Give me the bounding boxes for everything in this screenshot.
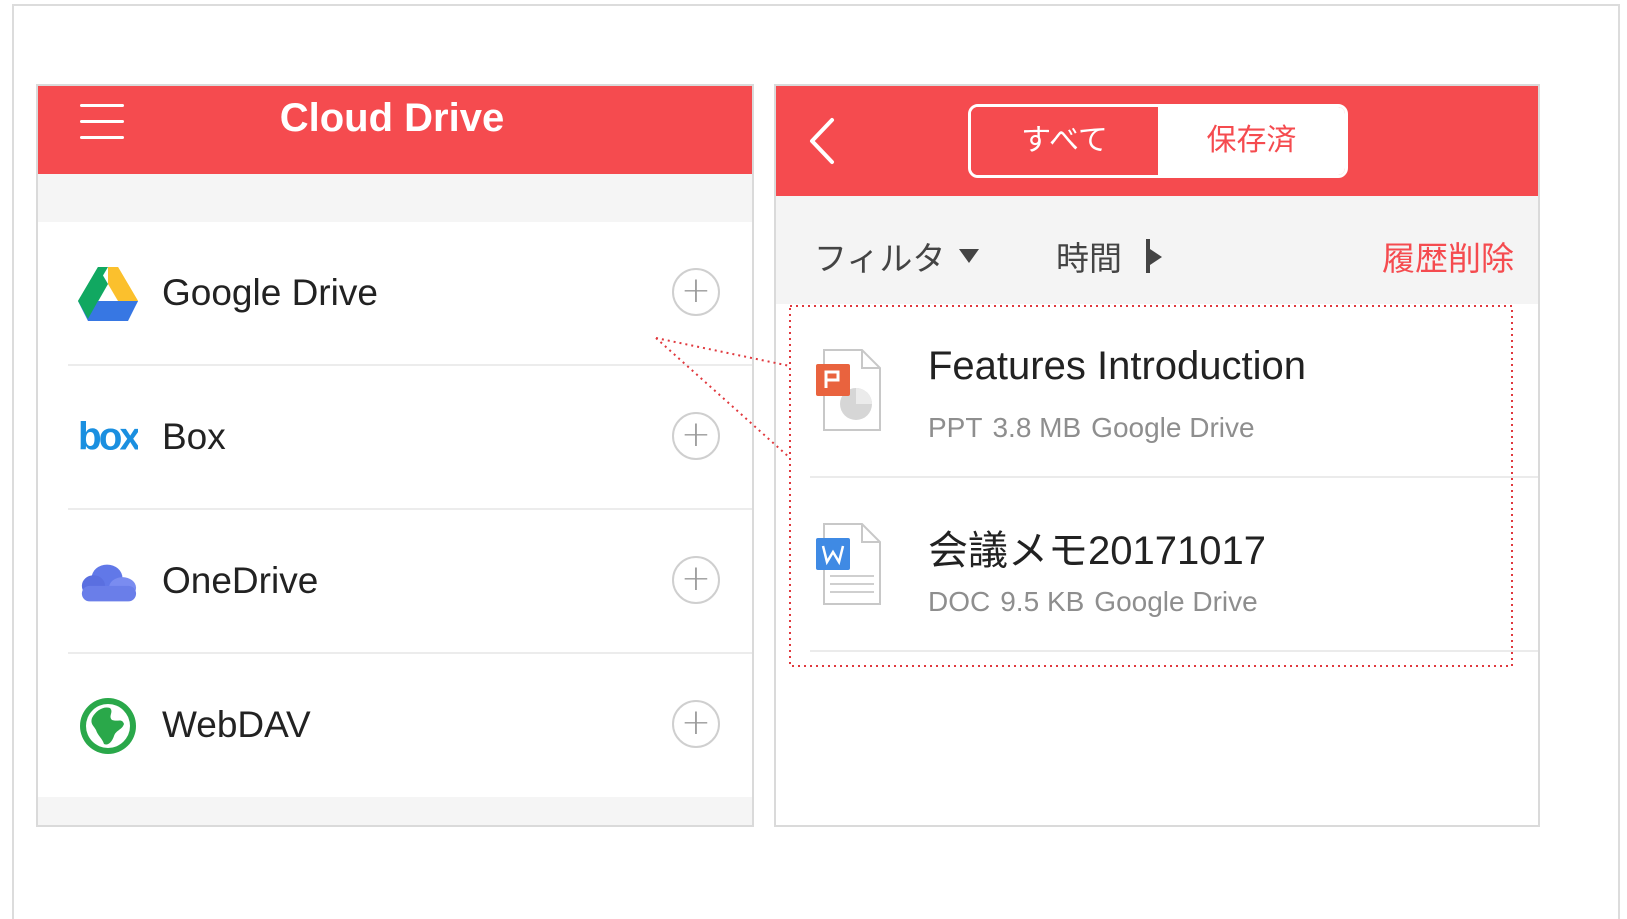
clear-history-button[interactable]: 履歴削除 <box>1382 232 1514 280</box>
dropdown-triangle-icon <box>959 249 980 263</box>
drive-list: Google Drive + box Box + OneDrive + WebD… <box>38 222 752 797</box>
back-chevron-icon[interactable] <box>804 116 840 166</box>
drive-item-google-drive[interactable]: Google Drive + <box>38 222 752 366</box>
drive-item-onedrive[interactable]: OneDrive + <box>38 510 752 654</box>
segmented-control: すべて 保存済 <box>968 104 1348 178</box>
drive-item-webdav[interactable]: WebDAV + <box>38 654 752 798</box>
tab-saved[interactable]: 保存済 <box>1158 107 1345 175</box>
file-row[interactable]: Features Introduction PPT 3.8 MB Google Dr… <box>776 304 1538 478</box>
file-size: 9.5 KB <box>1000 586 1085 617</box>
drive-label: Google Drive <box>162 272 378 313</box>
sort-time-button[interactable]: 時間 <box>1056 232 1162 280</box>
ppt-file-icon <box>814 348 884 434</box>
filter-label: フィルタ <box>814 240 946 277</box>
page-title: Cloud Drive <box>279 96 505 140</box>
file-meta: DOC 9.5 KB Google Drive <box>928 586 1268 618</box>
sort-icon <box>1144 239 1162 273</box>
file-row[interactable]: 会議メモ20171017 DOC 9.5 KB Google Drive <box>776 478 1538 652</box>
onedrive-icon <box>78 552 138 612</box>
drive-item-box[interactable]: box Box + <box>38 366 752 510</box>
filter-button[interactable]: フィルタ <box>814 232 980 280</box>
divider <box>810 650 1538 652</box>
add-google-drive-button[interactable]: + <box>672 268 720 316</box>
add-box-button[interactable]: + <box>672 412 720 460</box>
file-list: Features Introduction PPT 3.8 MB Google Dr… <box>776 304 1538 652</box>
doc-file-icon <box>814 522 884 608</box>
svg-text:box: box <box>78 418 138 458</box>
file-meta: PPT 3.8 MB Google Drive <box>928 412 1265 444</box>
google-drive-icon <box>78 264 138 324</box>
file-name: 会議メモ20171017 <box>928 529 1266 573</box>
webdav-globe-icon <box>78 696 138 756</box>
drive-label: OneDrive <box>162 560 319 601</box>
file-type: DOC <box>928 586 991 617</box>
file-history-header: すべて 保存済 <box>776 86 1538 196</box>
file-size: 3.8 MB <box>992 412 1082 443</box>
sort-label: 時間 <box>1056 240 1122 277</box>
file-history-panel: すべて 保存済 フィルタ 時間 履歴削除 Features Introducti… <box>774 84 1540 827</box>
tab-all[interactable]: すべて <box>971 107 1158 175</box>
file-type: PPT <box>928 412 983 443</box>
cloud-drive-panel: Cloud Drive Google Drive + box Box + One… <box>36 84 754 827</box>
cloud-drive-header: Cloud Drive <box>38 86 752 174</box>
add-webdav-button[interactable]: + <box>672 700 720 748</box>
box-icon: box <box>78 408 138 468</box>
file-name: Features Introduction <box>928 344 1306 388</box>
drive-label: Box <box>162 416 226 457</box>
file-source: Google Drive <box>1091 412 1255 443</box>
drive-label: WebDAV <box>162 704 311 745</box>
add-onedrive-button[interactable]: + <box>672 556 720 604</box>
filter-bar: フィルタ 時間 履歴削除 <box>776 196 1538 304</box>
file-source: Google Drive <box>1094 586 1258 617</box>
